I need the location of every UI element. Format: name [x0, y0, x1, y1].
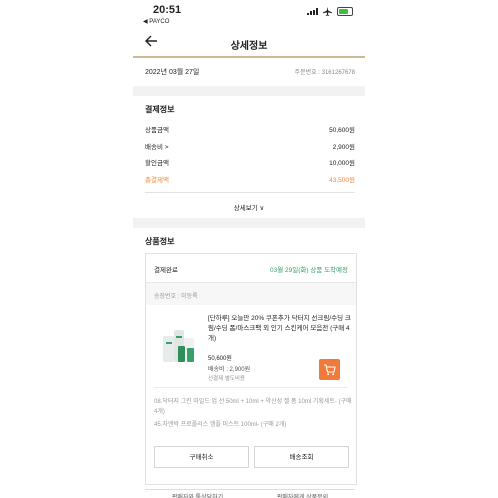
- payment-row-product-amount: 상품금액 50,600원: [145, 124, 355, 134]
- ask-seller-button[interactable]: 판매자에게 상품문의: [250, 490, 355, 498]
- payment-note: 선결제 별도비용: [208, 376, 245, 382]
- product-price: 50,600원: [208, 356, 232, 362]
- order-date-row: 2022년 03월 27일 주문번호 : 3161267678: [133, 58, 365, 86]
- payment-label: 할인금액: [145, 160, 169, 167]
- payment-value: 43,500원: [329, 177, 355, 184]
- divider: [145, 192, 355, 193]
- arrival-estimate: 03월 29일(화) 상품 도착예정: [269, 267, 348, 274]
- section-gap: [133, 218, 365, 228]
- chat-seller-button[interactable]: 판매자와 톡상담하기: [145, 490, 250, 498]
- signal-icon: [307, 8, 318, 15]
- divider: [154, 387, 348, 388]
- order-date: 2022년 03월 27일: [145, 69, 200, 76]
- section-gap: [133, 86, 365, 96]
- page-title: 상세정보: [230, 41, 268, 52]
- status-bar: 20:51 ◀ PAYCO: [133, 0, 365, 32]
- track-shipment-button[interactable]: 배송조회: [254, 446, 349, 468]
- payment-row-shipping[interactable]: 배송비 > 2,900원: [145, 141, 355, 151]
- product-card: 결제완료 03월 29일(화) 상품 도착예정 송장번호 : 미등록 [단하루]…: [145, 253, 357, 485]
- cart-icon: [324, 364, 336, 376]
- back-to-app-link[interactable]: ◀ PAYCO: [143, 18, 169, 25]
- product-name[interactable]: [단하루] 오늘만 20% 쿠폰추가 닥터지 선크림/수딩 크림/수딩 폼/마스…: [208, 314, 353, 344]
- order-status: 결제완료: [154, 267, 178, 274]
- cart-button[interactable]: [319, 359, 340, 380]
- cancel-purchase-button[interactable]: 구매취소: [154, 446, 249, 468]
- airplane-icon: [323, 7, 332, 16]
- bottom-actions: 판매자와 톡상담하기 판매자에게 상품문의: [145, 489, 355, 498]
- tracking-number: 송장번호 : 미등록: [154, 294, 198, 300]
- option-line: 08.닥터지 그린 마일드 업 선 50ml + 10ml + 약산성 젤 폼 …: [154, 399, 352, 415]
- payment-value: 2,900원: [332, 144, 355, 151]
- product-section-title: 상품정보: [145, 237, 175, 246]
- battery-icon: [337, 7, 353, 16]
- payment-row-total: 총결제액 43,500원: [145, 174, 355, 184]
- payment-label: 총결제액: [145, 177, 169, 184]
- payment-section-title: 결제정보: [145, 105, 175, 114]
- status-icons: [307, 7, 353, 16]
- card-header: 결제완료 03월 29일(화) 상품 도착예정: [146, 254, 356, 283]
- payment-row-discount: 할인금액 10,000원: [145, 157, 355, 167]
- app-screen: 20:51 ◀ PAYCO 상세정보 2022년 03월 27일 주문번호 : …: [133, 0, 365, 498]
- product-thumbnail[interactable]: [160, 324, 202, 366]
- payment-label[interactable]: 배송비 >: [145, 141, 169, 151]
- clock: 20:51: [153, 4, 182, 16]
- order-number: 주문번호 : 3161267678: [294, 70, 355, 76]
- payment-value: 50,600원: [329, 127, 355, 134]
- detail-toggle-button[interactable]: 상세보기 ∨: [133, 202, 365, 212]
- option-line: 45.차앤박 프로폴리스 앰플 미스트 100ml- (구매 2개): [154, 422, 287, 428]
- tracking-number-bar: 송장번호 : 미등록: [146, 283, 356, 305]
- payment-label: 상품금액: [145, 127, 169, 134]
- shipping-fee: 배송비 : 2,900원: [208, 367, 251, 373]
- payment-value: 10,000원: [329, 160, 355, 167]
- page-header: 상세정보: [133, 32, 365, 58]
